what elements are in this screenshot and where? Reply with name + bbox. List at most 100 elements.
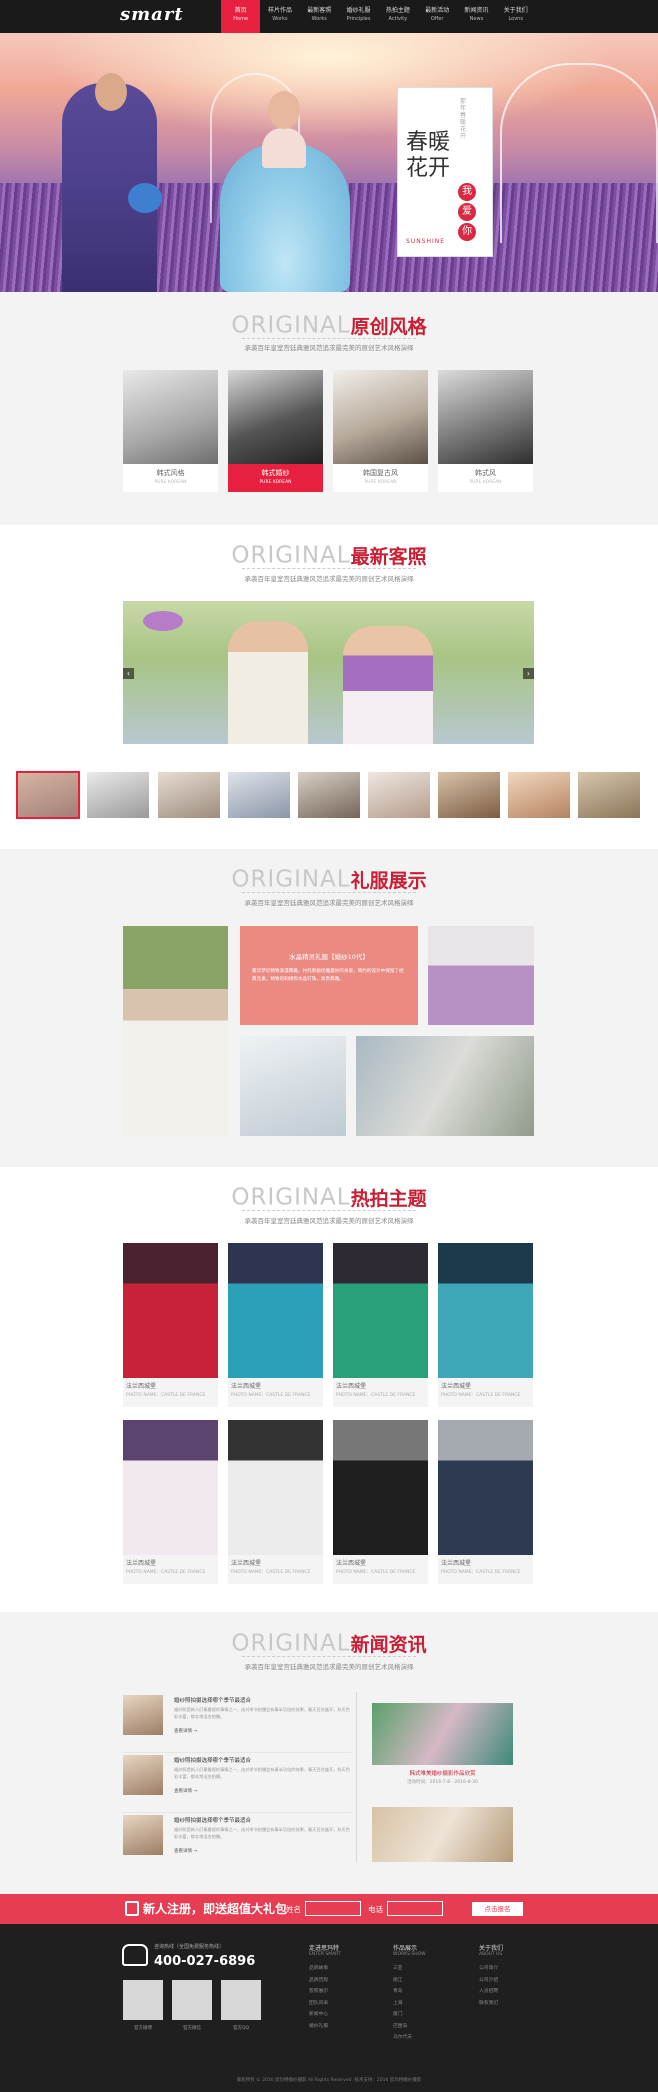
- poster-dots: 我 爱 你: [458, 183, 488, 243]
- news-item[interactable]: 婚纱照拍摄选择哪个季节最适合 婚纱照是新人们最重视的事情之一，选对季节拍摄会有事…: [123, 1695, 351, 1753]
- footer-link[interactable]: 品牌历程: [309, 1975, 341, 1987]
- nav-item-news[interactable]: 新闻资讯 News: [457, 0, 496, 33]
- theme-name: 法兰西城堡: [231, 1383, 262, 1390]
- section-title-zh: 原创风格: [350, 316, 427, 338]
- style-card[interactable]: 韩式风格 PURE KOREAN: [123, 370, 218, 492]
- section-title-en: ORIGINAL: [231, 1184, 351, 1211]
- style-card-active[interactable]: 韩式婚纱 PURE KOREAN: [228, 370, 323, 492]
- dress-photo[interactable]: [356, 1036, 534, 1136]
- style-card[interactable]: 韩式风 PURE KOREAN: [438, 370, 533, 492]
- qr-label: 官方QQ: [232, 2026, 250, 2031]
- footer-link[interactable]: 马尔代夫: [393, 2032, 426, 2044]
- poster-dot: 我: [458, 183, 476, 201]
- footer-link[interactable]: 新闻中心: [309, 2009, 341, 2021]
- slider-thumb-active[interactable]: [16, 771, 80, 819]
- title-divider: [242, 1210, 416, 1211]
- footer-link[interactable]: 上海: [393, 1998, 426, 2010]
- section-subtitle: 承袭百年皇室宫廷典雅风范追求最完美的原创艺术风格演绎: [244, 899, 414, 907]
- footer-link[interactable]: 公司介绍: [479, 1975, 503, 1987]
- footer-link[interactable]: 团队风采: [309, 1998, 341, 2010]
- slider-thumb[interactable]: [368, 772, 430, 818]
- slider-thumb[interactable]: [87, 772, 149, 818]
- hero-banner[interactable]: 那年春暖花开 春暖花开 我 爱 你 SUNSHINE: [0, 33, 658, 292]
- slider-thumb[interactable]: [228, 772, 290, 818]
- style-photo: [123, 370, 218, 464]
- theme-name: 法兰西城堡: [441, 1560, 472, 1567]
- theme-card[interactable]: 法兰西城堡 PHOTO NAME：CASTLE DE FRANCE: [438, 1243, 533, 1407]
- dress-featured-box[interactable]: 水晶精灵礼服【婚纱10代】 繁华梦幻精致浪漫典雅，衬托新娘优雅曼妙的身姿，简约的…: [240, 926, 418, 1025]
- footer-link[interactable]: 品牌故事: [309, 1963, 341, 1975]
- dress-photo[interactable]: [428, 926, 534, 1025]
- footer-col-enter: 走进思玛特 ENTER SMART 品牌故事 品牌历程 客照展示 团队风采 新闻…: [309, 1943, 341, 2032]
- theme-card[interactable]: 法兰西城堡 PHOTO NAME：CASTLE DE FRANCE: [228, 1420, 323, 1584]
- news-thumb: [123, 1815, 163, 1855]
- theme-card[interactable]: 法兰西城堡 PHOTO NAME：CASTLE DE FRANCE: [333, 1243, 428, 1407]
- phone-input[interactable]: [387, 1901, 443, 1916]
- footer-link[interactable]: 厦门: [393, 2009, 426, 2021]
- style-card[interactable]: 韩国复古风 PURE KOREAN: [333, 370, 428, 492]
- footer-link[interactable]: 巴厘岛: [393, 2021, 426, 2033]
- footer-link[interactable]: 联系我们: [479, 1998, 503, 2010]
- theme-sub: PHOTO NAME：CASTLE DE FRANCE: [231, 1570, 311, 1575]
- footer-link[interactable]: 人员招聘: [479, 1986, 503, 1998]
- qr-code: [123, 1980, 163, 2020]
- nav-label: 婚纱礼服: [346, 7, 371, 14]
- theme-photo: [438, 1243, 533, 1378]
- section-title-zh: 热拍主题: [350, 1188, 427, 1210]
- slider-prev-button[interactable]: ‹: [123, 668, 134, 679]
- footer-link[interactable]: 丽江: [393, 1975, 426, 1987]
- style-card-sub: PURE KOREAN: [469, 480, 502, 485]
- slider-thumb[interactable]: [438, 772, 500, 818]
- footer-link[interactable]: 公司简介: [479, 1963, 503, 1975]
- nav-item-home[interactable]: 首页 Home: [221, 0, 261, 33]
- theme-card[interactable]: 法兰西城堡 PHOTO NAME：CASTLE DE FRANCE: [333, 1420, 428, 1584]
- section-title-en: ORIGINAL: [231, 542, 351, 569]
- theme-card[interactable]: 法兰西城堡 PHOTO NAME：CASTLE DE FRANCE: [438, 1420, 533, 1584]
- news-more-link[interactable]: 查看详情 →: [174, 1728, 197, 1734]
- photo-slider[interactable]: [123, 601, 534, 744]
- name-input[interactable]: [305, 1901, 361, 1916]
- qr-code: [172, 1980, 212, 2020]
- theme-card[interactable]: 法兰西城堡 PHOTO NAME：CASTLE DE FRANCE: [228, 1243, 323, 1407]
- footer-link[interactable]: 婚纱礼服: [309, 2021, 341, 2033]
- section-title-en: ORIGINAL: [231, 866, 351, 893]
- nav-item-dresses[interactable]: 婚纱礼服 Principles: [339, 0, 378, 33]
- slider-thumb[interactable]: [158, 772, 220, 818]
- footer-col-about: 关于我们 ABOUT US 公司简介 公司介绍 人员招聘 联系我们: [479, 1943, 503, 2009]
- slider-thumb[interactable]: [298, 772, 360, 818]
- news-thumb: [123, 1755, 163, 1795]
- nav-label-en: Home: [233, 16, 249, 22]
- news-more-link[interactable]: 查看详情 →: [174, 1848, 197, 1854]
- news-feature-photo[interactable]: [372, 1703, 513, 1765]
- nav-item-about[interactable]: 关于我们 Lovns: [496, 0, 535, 33]
- news-more-link[interactable]: 查看详情 →: [174, 1788, 197, 1794]
- theme-photo: [123, 1243, 218, 1378]
- logo[interactable]: smart: [120, 4, 184, 25]
- footer-link[interactable]: 青岛: [393, 1986, 426, 1998]
- section-subtitle: 承袭百年皇室宫廷典雅风范追求最完美的原创艺术风格演绎: [244, 1217, 414, 1225]
- section-title: ORIGINAL原创风格: [0, 312, 658, 339]
- footer: 咨询热线（全国免费服务热线） 400-027-6896 官方微博 官方微信 官方…: [0, 1924, 658, 2092]
- nav-item-sample-works[interactable]: 样片作品 Works: [260, 0, 299, 33]
- slider-thumb[interactable]: [508, 772, 570, 818]
- theme-photo: [333, 1243, 428, 1378]
- news-feature-title[interactable]: 韩式唯美婚纱摄影作品欣赏: [372, 1769, 513, 1777]
- nav-item-activities[interactable]: 最新活动 Offer: [417, 0, 456, 33]
- news-item[interactable]: 婚纱照拍摄选择哪个季节最适合 婚纱照是新人们最重视的事情之一，选对季节拍摄会有事…: [123, 1815, 351, 1873]
- news-feature-photo[interactable]: [372, 1807, 513, 1862]
- signup-button[interactable]: 点击报名: [472, 1902, 523, 1916]
- nav-item-latest-photos[interactable]: 最新客照 Works: [300, 0, 339, 33]
- dress-photo[interactable]: [240, 1036, 346, 1136]
- theme-card[interactable]: 法兰西城堡 PHOTO NAME：CASTLE DE FRANCE: [123, 1243, 218, 1407]
- theme-card[interactable]: 法兰西城堡 PHOTO NAME：CASTLE DE FRANCE: [123, 1420, 218, 1584]
- footer-col-title-en: WORKS SHOW: [393, 1952, 426, 1957]
- section-title: ORIGINAL热拍主题: [0, 1184, 658, 1211]
- footer-link[interactable]: 三亚: [393, 1963, 426, 1975]
- news-item[interactable]: 婚纱照拍摄选择哪个季节最适合 婚纱照是新人们最重视的事情之一，选对季节拍摄会有事…: [123, 1755, 351, 1813]
- slider-next-button[interactable]: ›: [523, 668, 534, 679]
- dress-photo-large[interactable]: [123, 926, 228, 1136]
- bride-bodice: [262, 128, 306, 168]
- slider-thumb[interactable]: [578, 772, 640, 818]
- nav-item-themes[interactable]: 热拍主题 Activity: [378, 0, 417, 33]
- footer-link[interactable]: 客照展示: [309, 1986, 341, 1998]
